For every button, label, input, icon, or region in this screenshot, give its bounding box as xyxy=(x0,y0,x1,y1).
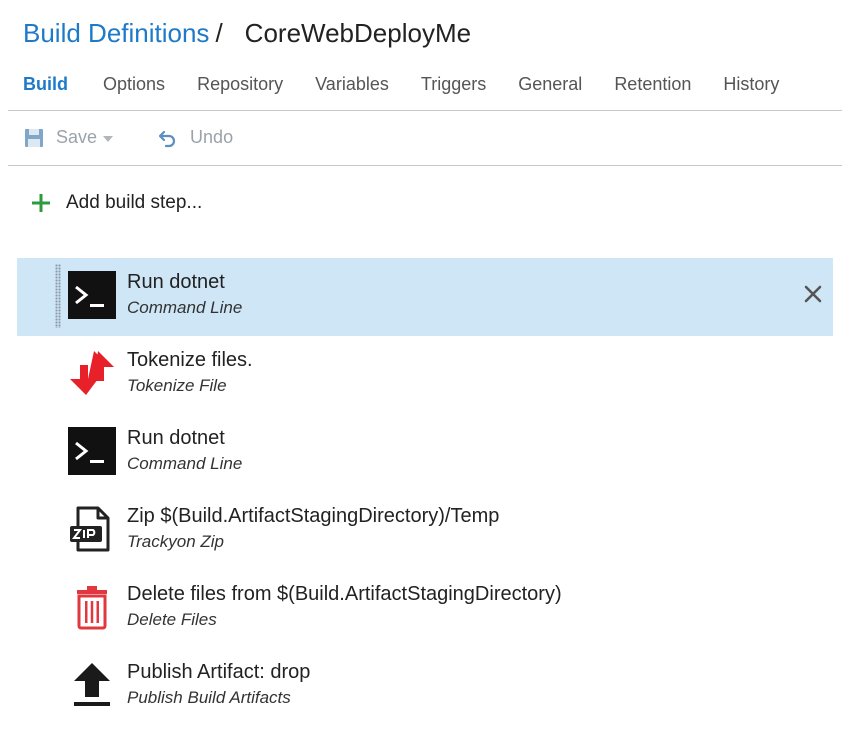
build-step-item[interactable]: Run dotnet Command Line xyxy=(17,258,833,336)
step-task-type: Publish Build Artifacts xyxy=(127,688,291,707)
save-label: Save xyxy=(56,127,98,147)
command-line-icon xyxy=(68,427,116,475)
step-title: Publish Artifact: drop xyxy=(127,661,311,683)
toolbar-divider xyxy=(8,165,842,166)
build-step-item[interactable]: Delete files from $(Build.ArtifactStagin… xyxy=(17,570,833,648)
step-task-type: Delete Files xyxy=(127,610,217,629)
remove-step-icon[interactable] xyxy=(803,284,823,304)
step-task-type: Tokenize File xyxy=(127,376,227,395)
tab-history[interactable]: History xyxy=(723,74,779,95)
add-build-step-label: Add build step... xyxy=(66,192,203,213)
tabs-divider xyxy=(8,110,842,111)
tab-general[interactable]: General xyxy=(518,74,582,95)
drag-handle-icon[interactable] xyxy=(55,264,61,328)
tab-variables[interactable]: Variables xyxy=(315,74,389,95)
step-title: Zip $(Build.ArtifactStagingDirectory)/Te… xyxy=(127,505,500,527)
save-button[interactable]: Save xyxy=(24,127,114,148)
step-task-type: Command Line xyxy=(127,298,243,317)
toolbar: Save Undo xyxy=(24,127,233,151)
tab-triggers[interactable]: Triggers xyxy=(421,74,486,95)
build-steps-list: Run dotnet Command Line Tokenize files. … xyxy=(17,258,833,726)
breadcrumb-build-definitions-link[interactable]: Build Definitions xyxy=(23,18,209,48)
build-step-item[interactable]: Publish Artifact: drop Publish Build Art… xyxy=(17,648,833,726)
undo-button[interactable]: Undo xyxy=(158,127,233,148)
add-build-step-button[interactable]: Add build step... xyxy=(30,190,202,216)
command-line-icon xyxy=(68,271,116,319)
chevron-down-icon[interactable] xyxy=(103,135,114,142)
breadcrumb: Build Definitions / CoreWebDeployMe xyxy=(23,18,471,49)
save-icon xyxy=(25,128,43,147)
zip-file-icon xyxy=(70,506,110,552)
step-title: Delete files from $(Build.ArtifactStagin… xyxy=(127,583,562,605)
step-title: Run dotnet xyxy=(127,271,225,293)
tab-bar: Build Options Repository Variables Trigg… xyxy=(23,74,806,96)
step-title: Tokenize files. xyxy=(127,349,253,371)
plus-icon xyxy=(32,194,50,212)
tab-repository[interactable]: Repository xyxy=(197,74,283,95)
tokenize-arrows-icon xyxy=(70,351,114,395)
step-title: Run dotnet xyxy=(127,427,225,449)
upload-icon xyxy=(74,663,110,706)
build-step-item[interactable]: Tokenize files. Tokenize File xyxy=(17,336,833,414)
tab-retention[interactable]: Retention xyxy=(614,74,691,95)
tab-build[interactable]: Build xyxy=(23,74,68,95)
undo-icon xyxy=(158,130,176,147)
breadcrumb-separator: / xyxy=(215,18,223,48)
build-step-item[interactable]: Zip $(Build.ArtifactStagingDirectory)/Te… xyxy=(17,492,833,570)
undo-label: Undo xyxy=(190,127,234,147)
build-step-item[interactable]: Run dotnet Command Line xyxy=(17,414,833,492)
step-task-type: Command Line xyxy=(127,454,243,473)
trash-icon xyxy=(77,586,107,630)
step-task-type: Trackyon Zip xyxy=(127,532,224,551)
page-title: CoreWebDeployMe xyxy=(244,18,472,48)
tab-options[interactable]: Options xyxy=(103,74,165,95)
